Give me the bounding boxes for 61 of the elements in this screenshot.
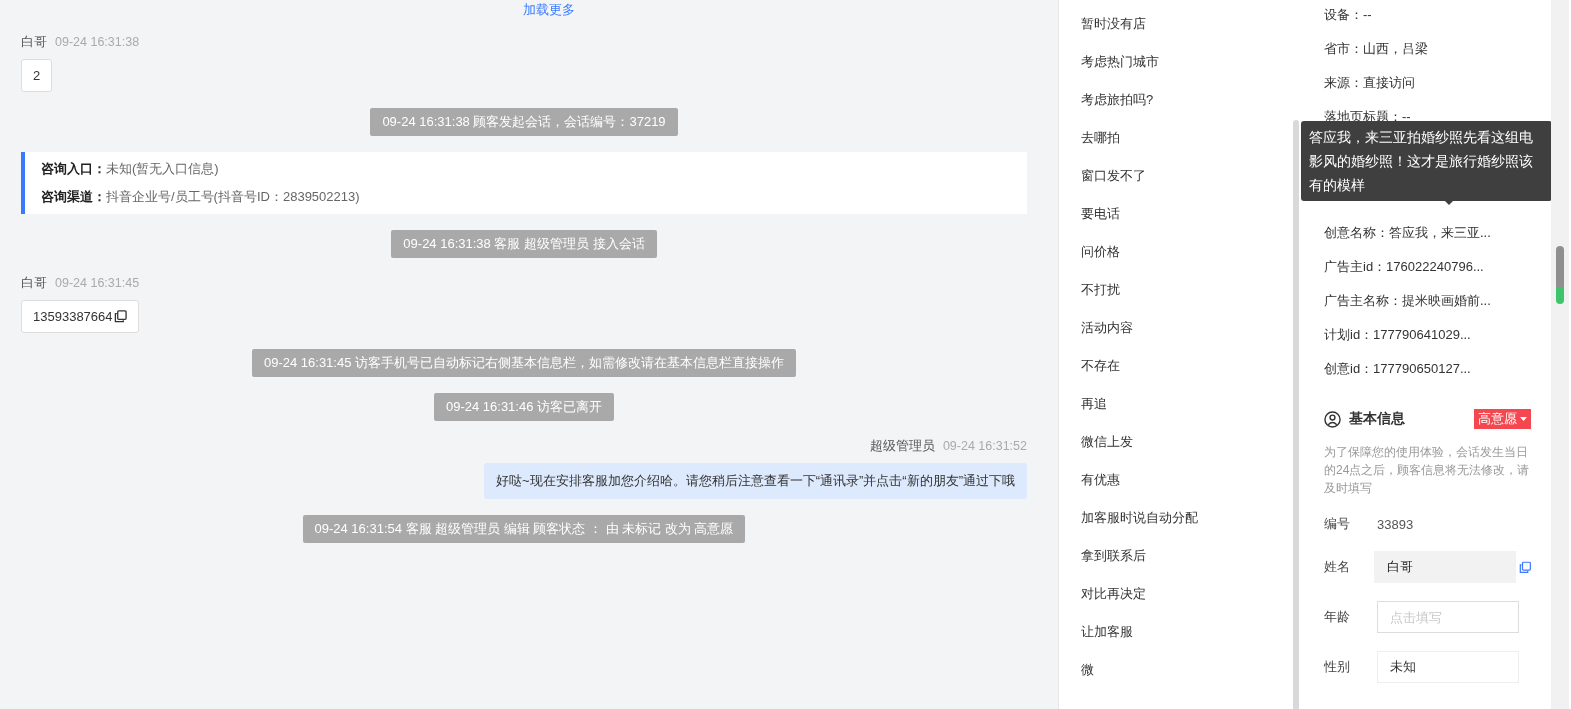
- entry-label: 咨询渠道：: [41, 188, 106, 206]
- message-time: 09-24 16:31:52: [942, 439, 1027, 453]
- sender-name: 白哥: [21, 274, 47, 292]
- message-bubble: 好哒~现在安排客服加您介绍哈。请您稍后注意查看一下“通讯录”并点击“新的朋友”通过下哦: [484, 463, 1027, 499]
- quick-reply-item[interactable]: 要电话: [1081, 204, 1293, 223]
- load-more-link[interactable]: 加载更多: [523, 2, 575, 17]
- quick-reply-item[interactable]: 加客服时说自动分配: [1081, 508, 1293, 527]
- entry-value: 抖音企业号/员工号(抖音号ID：2839502213): [106, 188, 360, 206]
- info-row-text: 广告主名称：提米映画婚前...: [1324, 292, 1492, 310]
- message-time: 09-24 16:31:45: [55, 276, 140, 290]
- input-field[interactable]: 未知: [1377, 651, 1519, 683]
- info-row-text: 省市：山西，吕梁: [1324, 40, 1429, 58]
- sender-name: 超级管理员: [869, 437, 935, 455]
- message-time: 09-24 16:31:38: [55, 35, 140, 49]
- quick-reply-item[interactable]: 对比再决定: [1081, 584, 1293, 603]
- message-bubble: 13593387664: [21, 300, 139, 333]
- copy-icon[interactable]: [113, 310, 127, 323]
- quick-reply-item[interactable]: 让加客服: [1081, 622, 1293, 641]
- tooltip: 答应我，来三亚拍婚纱照先看这组电影风的婚纱照！这才是旅行婚纱照该有的模样: [1301, 121, 1552, 201]
- info-row-text: 广告主id：176022240796...: [1324, 258, 1485, 276]
- quick-reply-item[interactable]: 再追: [1081, 394, 1293, 413]
- quick-reply-item[interactable]: 不打扰: [1081, 280, 1293, 299]
- field-label: 编号: [1324, 515, 1351, 533]
- quick-reply-item[interactable]: 不存在: [1081, 356, 1293, 375]
- system-notice: 09-24 16:31:45 访客手机号已自动标记右侧基本信息栏，如需修改请在基本信息栏直接操作: [251, 349, 797, 377]
- info-row-text: 创意名称：答应我，来三亚...: [1324, 224, 1492, 242]
- quick-reply-item[interactable]: 考虑热门城市: [1081, 52, 1293, 71]
- quick-reply-item[interactable]: 窗口发不了: [1081, 166, 1293, 185]
- system-notice: 09-24 16:31:38 客服 超级管理员 接入会话: [391, 230, 657, 258]
- info-row-text: 计划id：177790641029...: [1324, 326, 1472, 344]
- quick-reply-item[interactable]: 拿到联系后: [1081, 546, 1293, 565]
- quick-reply-item[interactable]: 活动内容: [1081, 318, 1293, 337]
- id-value: 33893: [1377, 516, 1414, 532]
- quick-reply-item[interactable]: 微信上发: [1081, 432, 1293, 451]
- section-title: 基本信息: [1349, 410, 1406, 428]
- quick-reply-item[interactable]: 问价格: [1081, 242, 1293, 261]
- field-label: 年龄: [1324, 608, 1351, 626]
- info-row-text: 创意id：177790650127...: [1324, 360, 1472, 378]
- sender-name: 白哥: [21, 33, 47, 51]
- field-label: 姓名: [1324, 558, 1351, 576]
- system-notice: 09-24 16:31:54 客服 超级管理员 编辑 顾客状态 ： 由 未标记 改为 高意愿: [302, 515, 746, 543]
- system-notice: 09-24 16:31:46 访客已离开: [433, 393, 615, 421]
- status-dropdown[interactable]: 高意愿: [1474, 409, 1531, 429]
- tooltip-arrow: [1444, 200, 1454, 205]
- field-label: 性别: [1324, 658, 1351, 676]
- quick-reply-item[interactable]: 去哪拍: [1081, 128, 1293, 147]
- entry-label: 咨询入口：: [41, 160, 106, 178]
- scrollbar-track[interactable]: [1293, 120, 1299, 709]
- scrollbar-thumb[interactable]: [1556, 246, 1564, 304]
- info-row-text: 设备：--: [1324, 6, 1373, 24]
- message-bubble: 2: [21, 59, 53, 92]
- entry-value: 未知(暂无入口信息): [106, 160, 219, 178]
- notice-text: 为了保障您的使用体验，会话发生当日的24点之后，顾客信息将无法修改，请及时填写: [1324, 444, 1531, 497]
- user-icon: [1324, 410, 1341, 428]
- quick-reply-item[interactable]: 有优惠: [1081, 470, 1293, 489]
- caret-icon: [1520, 416, 1527, 422]
- quick-reply-item[interactable]: 微: [1081, 660, 1293, 679]
- system-notice: 09-24 16:31:38 顾客发起会话，会话编号：37219: [370, 108, 678, 136]
- quick-reply-item[interactable]: 暂时没有店: [1081, 14, 1293, 33]
- quick-reply-item[interactable]: 考虑旅拍吗?: [1081, 90, 1293, 109]
- info-row-text: 来源：直接访问: [1324, 74, 1416, 92]
